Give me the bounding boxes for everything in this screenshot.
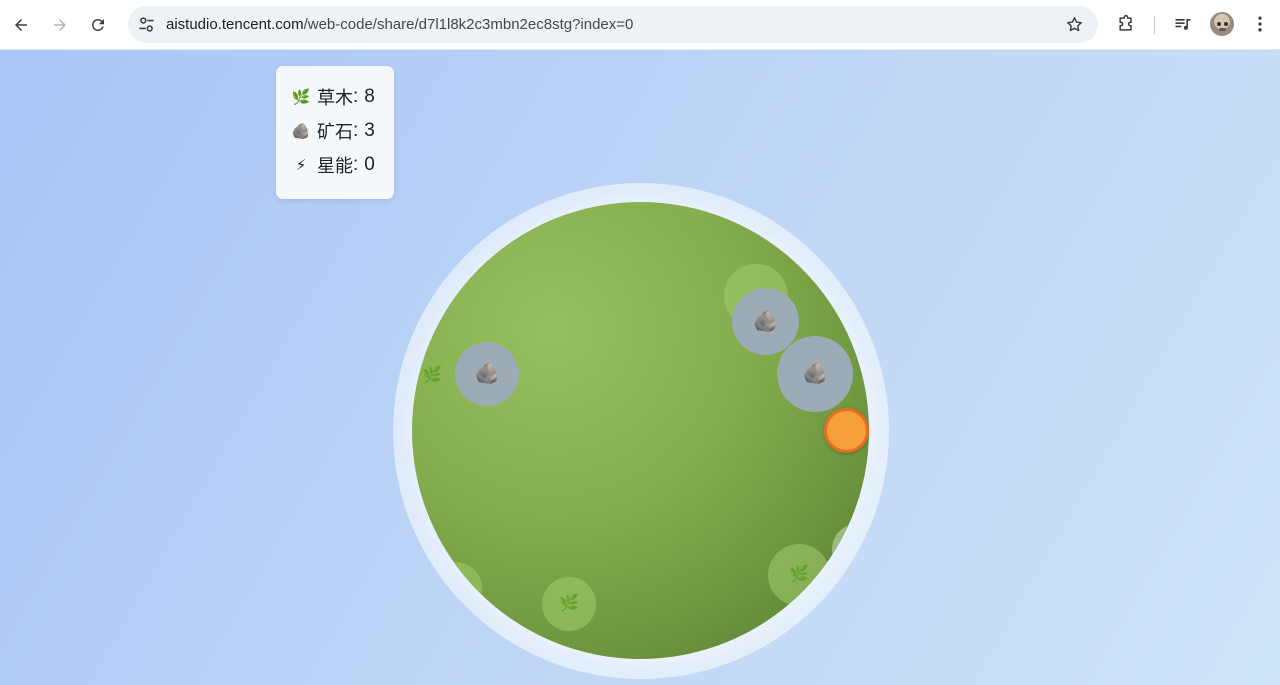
url-text[interactable]: aistudio.tencent.com/web-code/share/d7l1…	[166, 6, 633, 43]
grass-spot[interactable]	[430, 562, 482, 614]
planet[interactable]: 🌿 🌿 🌿 🪨 🪨 🪨	[412, 202, 869, 659]
media-control-button[interactable]	[1171, 12, 1195, 36]
leaf-icon: 🌿	[291, 89, 311, 106]
reload-button[interactable]	[82, 9, 114, 41]
bookmark-star-icon[interactable]	[1065, 15, 1084, 34]
resource-ore-value: 3	[364, 120, 375, 141]
menu-button[interactable]	[1248, 12, 1272, 36]
grass-spot[interactable]: 🌿	[542, 577, 596, 631]
lightning-icon: ⚡	[295, 157, 307, 174]
resource-grass-value: 8	[364, 86, 375, 107]
reload-icon	[91, 18, 104, 31]
puzzle-icon	[1119, 14, 1132, 31]
resource-grass-label: 草木	[317, 88, 353, 109]
resource-star: ⚡ 星能: 0	[291, 148, 394, 182]
ore-spot[interactable]: 🪨	[455, 342, 519, 406]
profile-avatar[interactable]	[1210, 12, 1234, 36]
toolbar-separator	[1154, 16, 1155, 34]
resource-ore: 🪨 矿石: 3	[291, 120, 375, 143]
url-path: /web-code/share/d7l1l8k2c3mbn2ec8stg?ind…	[303, 16, 634, 33]
resource-ore-label: 矿石	[317, 122, 353, 143]
resource-panel: 🌿 草木: 8 🪨 矿石: 3 ⚡ 星能: 0	[276, 66, 394, 199]
browser-toolbar: aistudio.tencent.com/web-code/share/d7l1…	[0, 0, 1280, 50]
arrow-left-icon	[15, 19, 27, 31]
extensions-button[interactable]	[1114, 12, 1138, 36]
back-button[interactable]	[5, 9, 37, 41]
resource-grass: 🌿 草木: 8	[291, 86, 375, 109]
more-vert-icon	[1258, 16, 1262, 32]
rock-icon: 🪨	[753, 310, 778, 333]
grass-spot[interactable]: 🌿	[416, 360, 448, 392]
resource-star-label: 星能	[317, 156, 353, 177]
game-stage[interactable]: 🌿 草木: 8 🪨 矿石: 3 ⚡ 星能: 0 🌿 🌿 🌿 🪨 🪨 🪨	[0, 50, 1280, 685]
site-settings-icon[interactable]	[137, 15, 156, 34]
rock-icon: 🪨	[802, 363, 828, 385]
leaf-icon: 🌿	[789, 566, 809, 583]
queue-music-icon	[1175, 19, 1191, 30]
url-host: aistudio.tencent.com	[166, 16, 304, 33]
leaf-icon: 🌿	[559, 595, 579, 612]
leaf-icon: 🌿	[422, 367, 442, 384]
rock-icon: 🪨	[474, 363, 500, 385]
rock-icon: 🪨	[291, 123, 311, 140]
player-character[interactable]	[824, 408, 869, 453]
resource-star-value: 0	[364, 154, 375, 175]
ore-spot[interactable]: 🪨	[777, 336, 853, 412]
arrow-right-icon	[54, 19, 66, 31]
grass-spot[interactable]: 🌿	[768, 544, 830, 606]
address-bar[interactable]: aistudio.tencent.com/web-code/share/d7l1…	[128, 6, 1098, 43]
forward-button[interactable]	[44, 9, 76, 41]
